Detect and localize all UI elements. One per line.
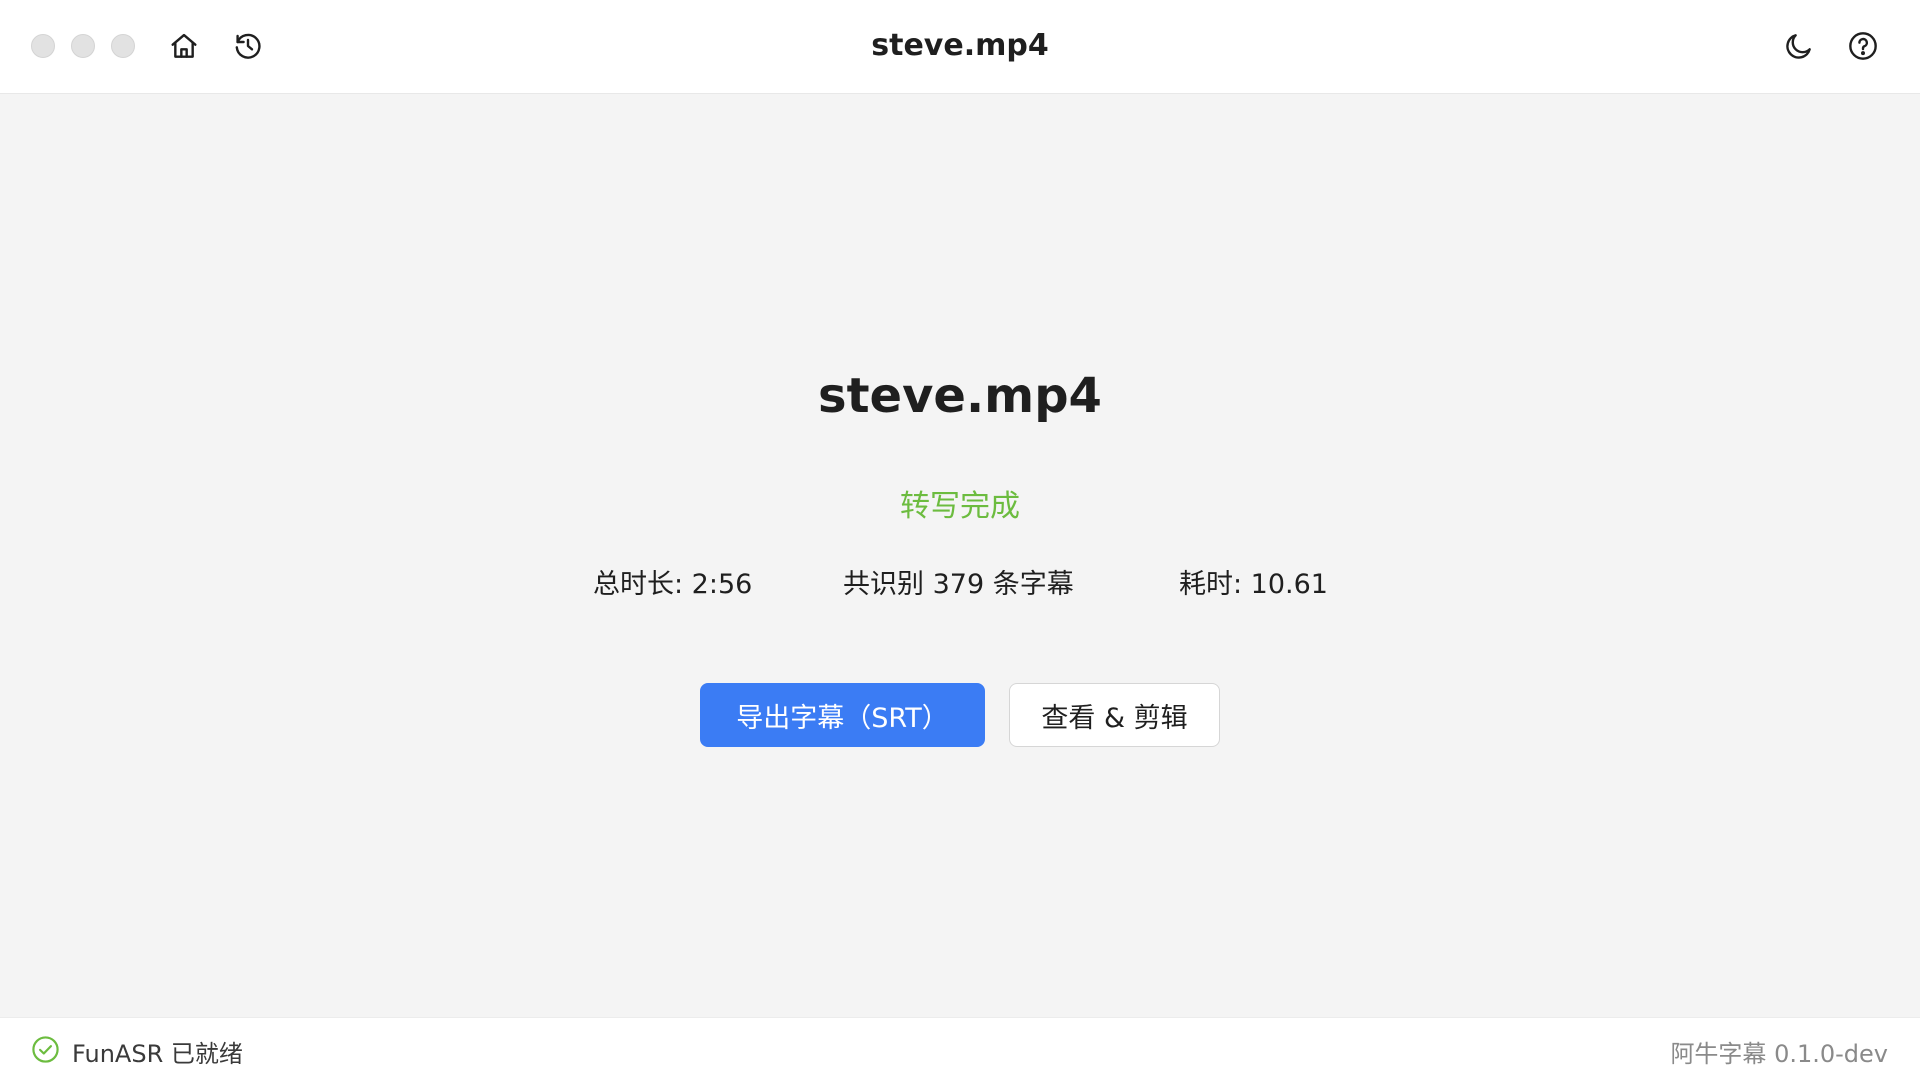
file-name-heading: steve.mp4 [818, 368, 1102, 424]
title-bar: steve.mp4 [0, 0, 1920, 94]
home-button[interactable] [167, 29, 201, 63]
help-button[interactable] [1846, 29, 1880, 63]
export-srt-button[interactable]: 导出字幕（SRT） [700, 683, 985, 747]
history-icon [235, 33, 261, 59]
app-version-label: 阿牛字幕 0.1.0-dev [1670, 1040, 1888, 1068]
view-edit-button[interactable]: 查看 & 剪辑 [1009, 683, 1220, 747]
window-close-button[interactable] [31, 34, 55, 58]
subtitle-count: 共识别 379 条字幕 [843, 569, 1074, 600]
moon-icon [1786, 34, 1811, 59]
transcription-status: 转写完成 [900, 489, 1020, 524]
status-bar: FunASR 已就绪 阿牛字幕 0.1.0-dev [0, 1017, 1920, 1080]
window-maximize-button[interactable] [111, 34, 135, 58]
window-minimize-button[interactable] [71, 34, 95, 58]
theme-toggle-button[interactable] [1782, 29, 1816, 63]
history-button[interactable] [231, 29, 265, 63]
engine-status-label: FunASR 已就绪 [72, 1040, 243, 1068]
total-duration: 总时长: 2:56 [593, 569, 753, 600]
check-circle-icon [32, 1036, 59, 1063]
home-icon [171, 33, 197, 58]
help-icon [1849, 32, 1877, 60]
main-content: steve.mp4 转写完成 总时长: 2:56 共识别 379 条字幕 耗时:… [0, 94, 1920, 1017]
elapsed-time: 耗时: 10.61 [1179, 569, 1328, 600]
window-title: steve.mp4 [871, 28, 1049, 63]
